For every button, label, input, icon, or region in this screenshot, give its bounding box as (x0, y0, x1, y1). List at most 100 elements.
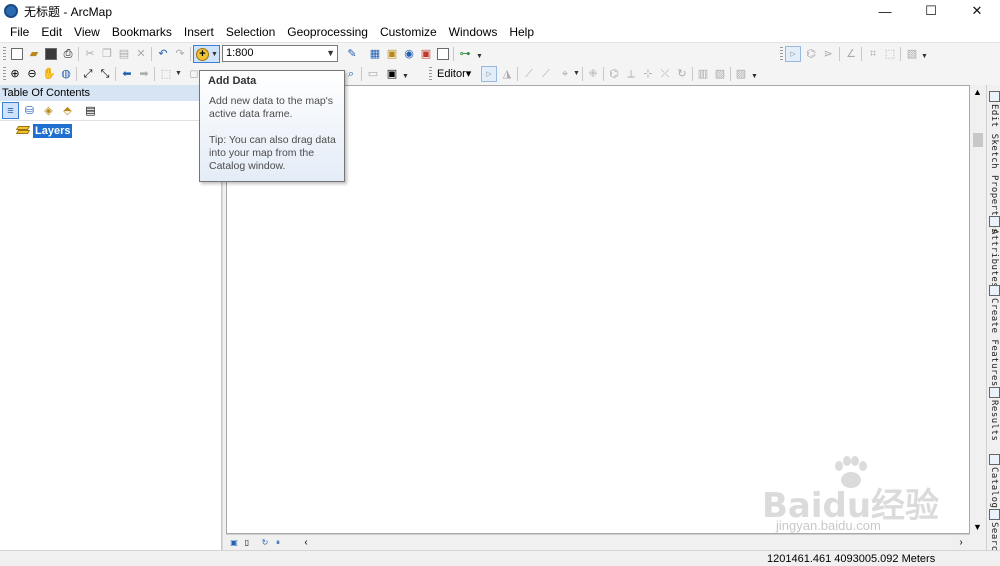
menu-insert[interactable]: Insert (178, 22, 220, 42)
find-icon[interactable]: ⌕ (343, 66, 359, 82)
straight-segment-icon[interactable]: ⟋ (521, 66, 537, 82)
copy-icon[interactable]: ❐ (99, 46, 115, 62)
map-scale-combobox[interactable]: 1:800 ▼ (222, 45, 338, 62)
paste-icon[interactable]: ▤ (116, 46, 132, 62)
menu-view[interactable]: View (68, 22, 106, 42)
minimize-button[interactable]: — (862, 0, 908, 22)
pause-drawing-icon[interactable]: ⏸ (273, 538, 283, 548)
edit-tool-icon[interactable]: ▹ (785, 46, 801, 62)
toolbar-options-icon[interactable]: ▼ (751, 73, 758, 81)
list-by-visibility-icon[interactable]: ◈ (40, 102, 57, 119)
zoom-out-icon[interactable]: ⊖ (24, 66, 40, 82)
point-icon[interactable]: ⁜ (585, 66, 601, 82)
edit-vertices-icon[interactable]: ⌬ (803, 46, 819, 62)
pan-hand-icon[interactable]: ✋ (41, 66, 57, 82)
print-icon[interactable]: ⎙ (60, 46, 76, 62)
edit-tool-icon[interactable]: ▹ (481, 66, 497, 82)
dock-tab-catalog[interactable]: Catalog (987, 452, 1000, 508)
arctoolbox-icon[interactable]: ▣ (418, 46, 434, 62)
reshape-feature-icon[interactable]: ⋗ (820, 46, 836, 62)
python-window-icon[interactable] (435, 46, 451, 62)
menu-windows[interactable]: Windows (443, 22, 504, 42)
chevron-down-icon[interactable]: ▼ (175, 70, 182, 78)
close-button[interactable]: ✕ (954, 0, 1000, 22)
layout-view-icon[interactable]: ▯ (242, 538, 252, 548)
toc-options-icon[interactable]: ▤ (82, 102, 99, 119)
sketch-properties-icon[interactable]: ▧ (904, 46, 920, 62)
catalog-window-icon[interactable]: ▣ (384, 46, 400, 62)
toolbar-options-icon[interactable]: ▼ (476, 53, 483, 61)
open-folder-icon[interactable]: ▰ (26, 46, 42, 62)
chevron-down-icon[interactable]: ▼ (326, 46, 335, 61)
time-slider-icon[interactable]: ▣ (384, 66, 400, 82)
forward-arrow-icon[interactable]: ➡ (136, 66, 152, 82)
sketch-properties-icon[interactable]: ▧ (712, 66, 728, 82)
edit-vertices-icon[interactable]: ⌬ (606, 66, 622, 82)
cut-polygons-icon[interactable]: ⊹ (640, 66, 656, 82)
trace-icon[interactable]: ⌖ (557, 66, 573, 82)
editor-toolbar-icon[interactable]: ✎ (344, 46, 360, 62)
select-features-icon[interactable]: ⬚ (158, 66, 174, 82)
data-view-icon[interactable]: ▣ (229, 538, 239, 548)
menu-file[interactable]: File (4, 22, 35, 42)
search-window-icon[interactable]: ◉ (401, 46, 417, 62)
scroll-right-icon[interactable]: › (956, 537, 966, 548)
toolbar-options-icon[interactable]: ▼ (402, 73, 409, 81)
menu-customize[interactable]: Customize (374, 22, 443, 42)
list-by-drawing-order-icon[interactable]: ≡ (2, 102, 19, 119)
refresh-icon[interactable]: ↻ (260, 538, 270, 548)
dock-tab-edit-sketch-properties[interactable]: Edit Sketch Properties (987, 89, 1000, 234)
save-icon[interactable] (43, 46, 59, 62)
dock-tab-create-features[interactable]: Create Features (987, 283, 1000, 387)
map-vertical-scrollbar[interactable]: ▲ ▼ (970, 85, 986, 534)
scroll-left-icon[interactable]: ‹ (301, 537, 311, 548)
fixed-zoom-out-icon[interactable]: ⤡ (97, 66, 113, 82)
rotate-tool-icon[interactable]: ↻ (674, 66, 690, 82)
menu-edit[interactable]: Edit (35, 22, 68, 42)
add-data-button[interactable]: + ▼ (193, 45, 220, 63)
scrollbar-thumb[interactable] (973, 133, 983, 147)
end-point-arc-icon[interactable]: ⟋ (538, 66, 554, 82)
new-document-icon[interactable] (9, 46, 25, 62)
split-tool-icon[interactable]: ⤫ (657, 66, 673, 82)
split-tool-icon[interactable]: ⌗ (865, 46, 881, 62)
reshape-feature-icon[interactable]: ⟂ (623, 66, 639, 82)
menu-bookmarks[interactable]: Bookmarks (106, 22, 178, 42)
create-features-icon[interactable]: ▨ (733, 66, 749, 82)
list-by-source-icon[interactable]: ⛁ (21, 102, 38, 119)
toolbar-grip[interactable] (3, 67, 6, 81)
scroll-down-icon[interactable]: ▼ (973, 522, 982, 532)
chevron-down-icon[interactable]: ▼ (573, 70, 580, 78)
catalog-icon (988, 454, 1000, 465)
toolbar-separator (115, 67, 116, 81)
dock-tab-attributes[interactable]: Attributes (987, 214, 1000, 288)
model-builder-icon[interactable]: ⊶ (457, 46, 473, 62)
menu-selection[interactable]: Selection (220, 22, 281, 42)
redo-icon[interactable]: ↷ (172, 46, 188, 62)
toolbar-grip[interactable] (780, 47, 783, 61)
dock-tab-results[interactable]: Results (987, 385, 1000, 441)
maximize-button[interactable]: ☐ (908, 0, 954, 22)
menu-help[interactable]: Help (503, 22, 540, 42)
scroll-up-icon[interactable]: ▲ (973, 87, 982, 97)
cut-polygons-icon[interactable]: ∠ (843, 46, 859, 62)
toolbar-grip[interactable] (3, 47, 6, 61)
menu-geoprocessing[interactable]: Geoprocessing (281, 22, 374, 42)
zoom-in-icon[interactable]: ⊕ (7, 66, 23, 82)
table-of-contents-icon[interactable]: ▦ (367, 46, 383, 62)
rotate-tool-icon[interactable]: ⬚ (882, 46, 898, 62)
undo-icon[interactable]: ↶ (155, 46, 171, 62)
back-arrow-icon[interactable]: ⬅ (119, 66, 135, 82)
measure-icon[interactable]: ▭ (365, 66, 381, 82)
delete-icon[interactable]: ✕ (133, 46, 149, 62)
toolbar-options-icon[interactable]: ▼ (921, 53, 928, 61)
full-extent-icon[interactable]: ◍ (58, 66, 74, 82)
edit-annotation-icon[interactable]: ◮ (499, 66, 515, 82)
cut-icon[interactable]: ✂ (82, 46, 98, 62)
attributes-icon[interactable]: ▥ (695, 66, 711, 82)
editor-menu-button[interactable]: Editor▾ (437, 67, 471, 80)
list-by-selection-icon[interactable]: ⬘ (59, 102, 76, 119)
toc-layers-item[interactable]: Layers (15, 124, 73, 138)
toolbar-grip[interactable] (429, 67, 432, 81)
fixed-zoom-in-icon[interactable]: ⤢ (80, 66, 96, 82)
